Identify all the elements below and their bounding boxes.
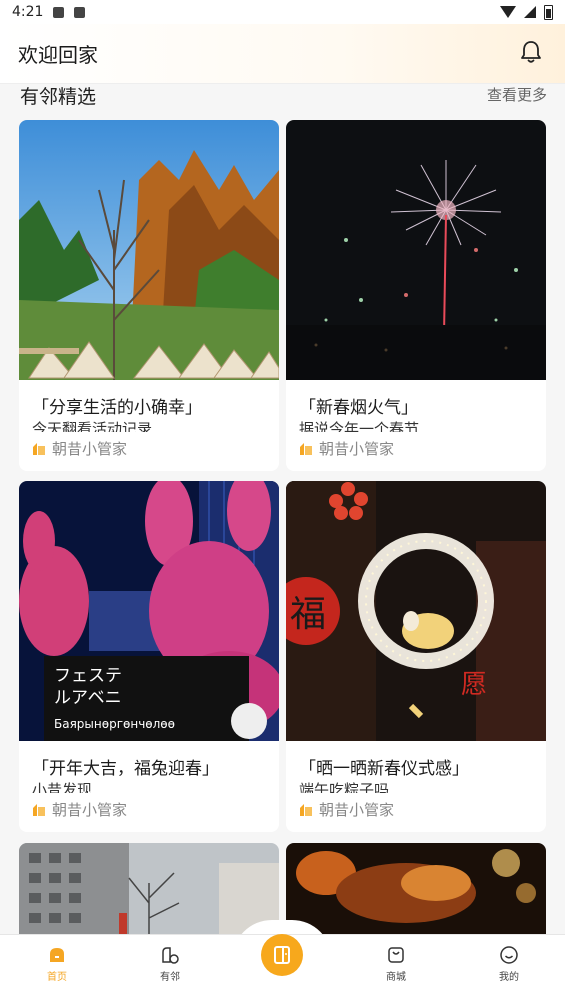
author-name: 朝昔小管家 [319, 440, 395, 458]
nav-item-home[interactable]: 首页 [27, 945, 87, 995]
post-subtitle: 据说今年一个春节 [299, 420, 420, 432]
app-notification-icon [74, 6, 86, 18]
gallery-notification-icon [53, 6, 65, 18]
post-card[interactable]: 「分享生活的小确幸」 今天翻看活动记录 朝昔小管家 [19, 120, 279, 471]
nav-label: 首页 [47, 972, 67, 983]
post-subtitle: 今天翻看活动记录 [32, 420, 153, 432]
post-title: 「晒一晒新春仪式感」 [299, 759, 469, 779]
signal-icon [524, 6, 536, 18]
nav-item-shop[interactable]: 商城 [366, 945, 426, 995]
post-card[interactable]: フェステ ルアベニ Баярынөргөнчөлөө 「开年大吉，福兔迎春」 小… [19, 481, 279, 832]
shop-bag-icon [388, 947, 404, 963]
battery-icon [544, 4, 553, 20]
app-header: 欢迎回家 [0, 24, 565, 84]
nav-label: 商城 [386, 972, 406, 983]
post-image [286, 120, 546, 380]
sign-text: ルアベニ [54, 688, 122, 708]
nav-item-neighbors[interactable]: 有邻 [140, 945, 200, 995]
center-action-icon [274, 946, 290, 964]
section-header: 有邻精选 查看更多 [0, 84, 565, 116]
author-icon [300, 803, 312, 816]
post-image: フェステ ルアベニ Баярынөргөнчөлөө [19, 481, 279, 741]
post-title: 「开年大吉，福兔迎春」 [32, 759, 219, 779]
neighbors-icon [162, 947, 179, 964]
author-icon [300, 442, 312, 455]
post-image: 福 愿 [286, 481, 546, 741]
page-title: 欢迎回家 [18, 43, 98, 67]
post-card[interactable]: 福 愿 「晒一晒新春仪式感」 端午吃粽子吗 朝昔小管家 [286, 481, 546, 832]
home-icon [50, 948, 64, 962]
nav-item-profile[interactable]: 我的 [479, 945, 539, 995]
see-more-link[interactable]: 查看更多 [487, 84, 547, 105]
post-card[interactable]: 「新春烟火气」 据说今年一个春节 朝昔小管家 [286, 120, 546, 471]
wifi-icon [500, 6, 516, 18]
post-subtitle: 小昔发现 [32, 781, 93, 793]
center-action-button[interactable] [261, 934, 303, 976]
section-title: 有邻精选 [20, 86, 97, 108]
post-author: 朝昔小管家 [299, 799, 394, 820]
post-author: 朝昔小管家 [32, 438, 127, 459]
wish-character: 愿 [461, 670, 487, 700]
author-icon [33, 442, 45, 455]
post-author: 朝昔小管家 [32, 799, 127, 820]
status-time: 4:21 [12, 4, 44, 20]
nav-label: 我的 [499, 972, 519, 983]
bell-icon[interactable] [517, 38, 545, 66]
post-title: 「分享生活的小确幸」 [32, 398, 202, 418]
fu-character: 福 [290, 594, 326, 635]
sign-text: フェステ [54, 666, 122, 686]
profile-smile-icon [500, 946, 518, 964]
post-author: 朝昔小管家 [299, 438, 394, 459]
post-title: 「新春烟火气」 [299, 398, 418, 418]
nav-label: 有邻 [160, 972, 180, 983]
author-name: 朝昔小管家 [52, 801, 128, 819]
status-bar: 4:21 [0, 0, 565, 24]
author-name: 朝昔小管家 [52, 440, 128, 458]
post-image [19, 120, 279, 380]
sign-text: Баярынөргөнчөлөө [54, 717, 175, 731]
post-subtitle: 端午吃粽子吗 [299, 781, 390, 793]
author-icon [33, 803, 45, 816]
author-name: 朝昔小管家 [319, 801, 395, 819]
